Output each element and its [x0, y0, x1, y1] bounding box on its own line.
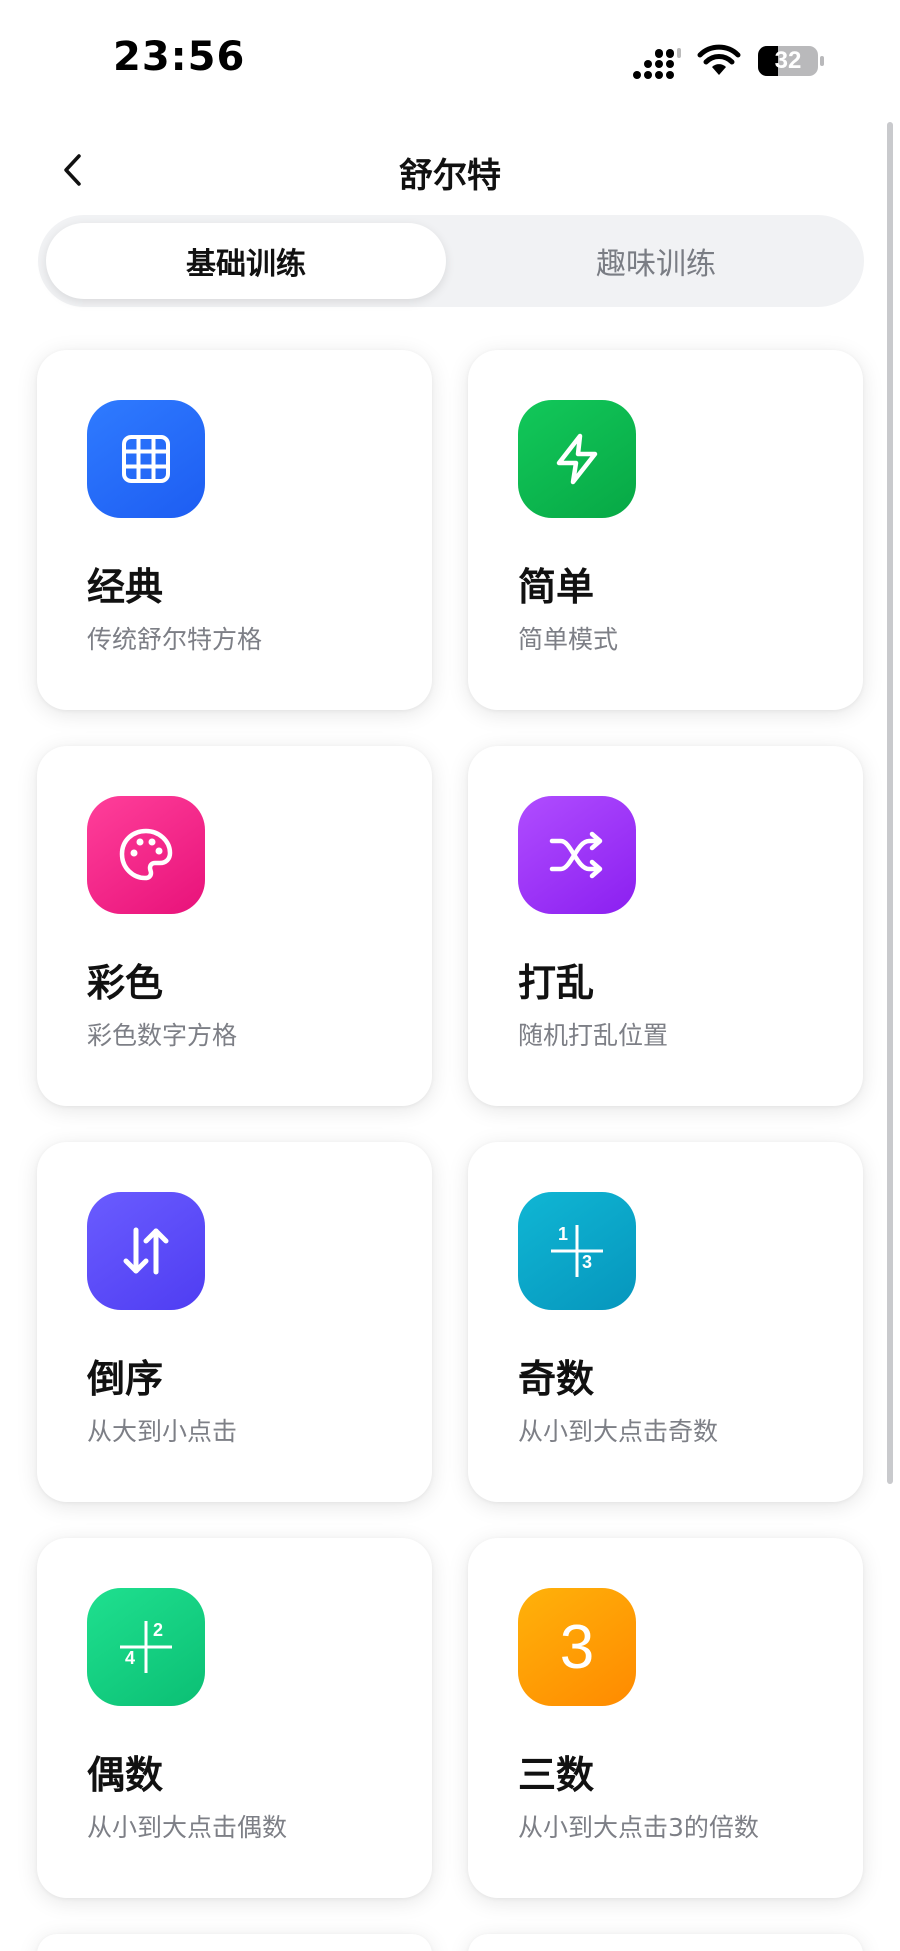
status-bar: 23:56 32 — [0, 0, 900, 110]
mode-card-color[interactable]: 彩色 彩色数字方格 — [37, 746, 432, 1106]
even-digit-4: 4 — [125, 1648, 136, 1668]
three-icon: 3 — [518, 1588, 636, 1706]
card-title: 简单 — [518, 565, 595, 609]
card-subtitle: 随机打乱位置 — [518, 1021, 669, 1050]
card-title: 打乱 — [518, 961, 595, 1005]
mode-card-three[interactable]: 3 三数 从小到大点击3的倍数 — [468, 1538, 863, 1898]
mode-card-even[interactable]: 2 4 偶数 从小到大点击偶数 — [37, 1538, 432, 1898]
mode-card-partial-left[interactable] — [37, 1934, 432, 1951]
status-time: 23:56 — [113, 34, 246, 80]
sort-arrows-icon — [87, 1192, 205, 1310]
card-title: 经典 — [87, 565, 164, 609]
page-title: 舒尔特 — [399, 156, 501, 196]
lightning-icon — [518, 400, 636, 518]
battery-level: 32 — [774, 47, 802, 74]
card-subtitle: 彩色数字方格 — [87, 1021, 238, 1050]
navigation-bar: 舒尔特 — [0, 130, 900, 210]
card-title: 彩色 — [87, 961, 164, 1005]
mode-card-partial-right[interactable] — [468, 1934, 863, 1951]
mode-card-reverse[interactable]: 倒序 从大到小点击 — [37, 1142, 432, 1502]
mode-card-odd[interactable]: 1 3 奇数 从小到大点击奇数 — [468, 1142, 863, 1502]
card-title: 倒序 — [87, 1357, 164, 1401]
mode-card-classic[interactable]: 经典 传统舒尔特方格 — [37, 350, 432, 710]
grid-icon — [87, 400, 205, 518]
mode-card-shuffle[interactable]: 打乱 随机打乱位置 — [468, 746, 863, 1106]
mode-tabs: 基础训练 趣味训练 — [38, 215, 864, 307]
card-subtitle: 传统舒尔特方格 — [87, 625, 263, 654]
three-digit: 3 — [559, 1612, 595, 1682]
tab-basic-training[interactable]: 基础训练 — [46, 223, 446, 299]
card-subtitle: 简单模式 — [518, 625, 619, 654]
card-title: 三数 — [518, 1753, 595, 1797]
shuffle-icon — [518, 796, 636, 914]
card-subtitle: 从小到大点击偶数 — [87, 1813, 288, 1842]
battery-icon: 32 — [758, 44, 824, 78]
odd-numbers-icon: 1 3 — [518, 1192, 636, 1310]
card-subtitle: 从小到大点击3的倍数 — [518, 1813, 759, 1842]
mode-card-simple[interactable]: 简单 简单模式 — [468, 350, 863, 710]
odd-digit-3: 3 — [582, 1252, 593, 1272]
palette-icon — [87, 796, 205, 914]
even-digit-2: 2 — [153, 1620, 164, 1640]
card-title: 偶数 — [87, 1753, 164, 1797]
card-subtitle: 从大到小点击 — [87, 1417, 238, 1446]
card-title: 奇数 — [518, 1357, 595, 1401]
cellular-signal-icon — [633, 48, 681, 79]
even-numbers-icon: 2 4 — [87, 1588, 205, 1706]
odd-digit-1: 1 — [558, 1224, 569, 1244]
tab-fun-training[interactable]: 趣味训练 — [456, 223, 856, 299]
scrollbar[interactable] — [887, 122, 893, 1484]
wifi-icon — [697, 44, 741, 75]
card-subtitle: 从小到大点击奇数 — [518, 1417, 719, 1446]
